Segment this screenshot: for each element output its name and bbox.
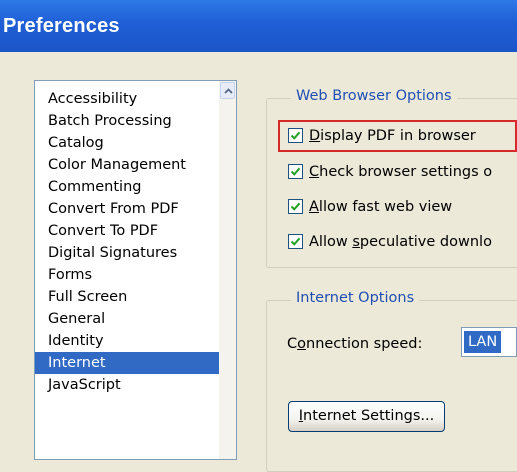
category-item-full-screen[interactable]: Full Screen: [35, 286, 221, 308]
allow-speculative-download-label: Allow speculative downlo: [309, 234, 492, 250]
categories-list[interactable]: Accessibility Batch Processing Catalog C…: [34, 80, 237, 460]
title-bar[interactable]: Preferences: [0, 0, 517, 52]
checkmark-icon: [290, 237, 301, 246]
check-browser-settings-label: Check browser settings o: [309, 164, 493, 180]
scroll-up-button[interactable]: [220, 82, 235, 99]
category-item-convert-from-pdf[interactable]: Convert From PDF: [35, 198, 221, 220]
category-item-forms[interactable]: Forms: [35, 264, 221, 286]
allow-fast-web-view-label: Allow fast web view: [309, 199, 453, 215]
category-item-internet[interactable]: Internet: [35, 352, 221, 374]
internet-options-group: [266, 300, 517, 472]
chevron-up-icon: [224, 88, 233, 94]
category-item-digital-signatures[interactable]: Digital Signatures: [35, 242, 221, 264]
category-item-identity[interactable]: Identity: [35, 330, 221, 352]
check-browser-settings-checkbox[interactable]: [288, 164, 303, 179]
internet-settings-button[interactable]: Internet Settings...: [288, 401, 445, 432]
internet-options-title: Internet Options: [291, 290, 420, 306]
web-browser-options-title: Web Browser Options: [291, 88, 457, 104]
connection-speed-label: Connection speed:: [287, 336, 423, 352]
category-item-batch-processing[interactable]: Batch Processing: [35, 110, 221, 132]
list-scrollbar[interactable]: [219, 81, 236, 459]
category-item-commenting[interactable]: Commenting: [35, 176, 221, 198]
checkmark-icon: [290, 202, 301, 211]
connection-speed-value: LAN: [464, 331, 502, 353]
window-title: Preferences: [3, 15, 120, 37]
allow-fast-web-view-checkbox[interactable]: [288, 199, 303, 214]
category-item-accessibility[interactable]: Accessibility: [35, 88, 221, 110]
category-item-color-management[interactable]: Color Management: [35, 154, 221, 176]
category-item-general[interactable]: General: [35, 308, 221, 330]
connection-speed-select[interactable]: LAN: [461, 327, 517, 357]
allow-speculative-download-checkbox[interactable]: [288, 234, 303, 249]
category-item-javascript[interactable]: JavaScript: [35, 374, 221, 396]
category-item-catalog[interactable]: Catalog: [35, 132, 221, 154]
checkmark-icon: [290, 167, 301, 176]
annotation-highlight-box: [278, 120, 517, 152]
category-item-convert-to-pdf[interactable]: Convert To PDF: [35, 220, 221, 242]
